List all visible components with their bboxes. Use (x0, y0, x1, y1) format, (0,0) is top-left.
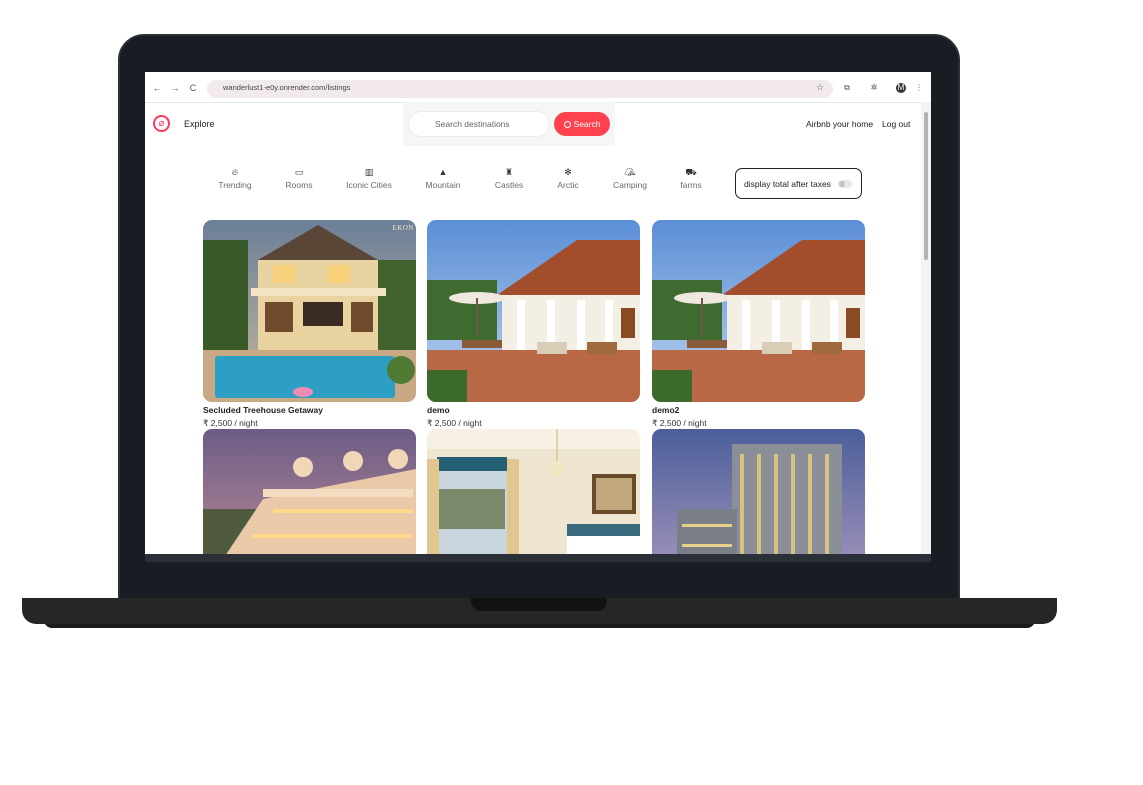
search-button-label: Search (573, 119, 601, 129)
filter-label: Rooms (285, 180, 313, 190)
back-arrow-icon[interactable]: ← (151, 82, 163, 94)
listing-image-hotel-tower[interactable] (652, 429, 865, 562)
filter-castles[interactable]: ♜ Castles (479, 166, 539, 190)
filter-camping[interactable]: ⛺︎ Camping (600, 166, 660, 190)
photo-watermark: EKON (392, 224, 414, 232)
search-button[interactable]: Search (554, 112, 610, 136)
filter-label: farms (680, 180, 702, 190)
screen-bottom-edge (145, 554, 931, 562)
url-text[interactable]: wanderlust1-e0y.onrender.com/listings (223, 83, 350, 92)
tent-icon: ⛺︎ (624, 167, 636, 177)
listing-price: ₹ 2,500 / night (427, 418, 482, 428)
scrollbar-thumb[interactable] (924, 112, 928, 260)
filter-label: Mountain (425, 180, 461, 190)
browser-toolbar: ← → C wanderlust1-e0y.onrender.com/listi… (145, 76, 931, 103)
listing-price: ₹ 2,500 / night (652, 418, 707, 428)
compass-logo-icon[interactable]: ⌀ (153, 115, 170, 132)
listing-image-colonial-villa[interactable] (652, 220, 865, 402)
filter-arctic[interactable]: ✻ Arctic (538, 166, 598, 190)
tax-toggle-label: display total after taxes (744, 179, 831, 189)
castle-icon: ♜ (504, 167, 514, 177)
bed-icon: ▭ (294, 167, 304, 177)
forward-arrow-icon[interactable]: → (169, 82, 181, 94)
mountain-icon: ▲ (438, 167, 448, 177)
menu-kebab-icon[interactable]: ⋮ (914, 83, 924, 93)
listing-image-villa-pool[interactable]: EKON (203, 220, 416, 402)
listing-image-colonial-villa[interactable] (427, 220, 640, 402)
filter-iconic-cities[interactable]: ▥ Iconic Cities (339, 166, 399, 190)
filter-label: Camping (612, 180, 648, 190)
listing-price: ₹ 2,500 / night (203, 418, 258, 428)
filter-trending[interactable]: 🔥︎ Trending (205, 166, 265, 190)
listing-card[interactable]: demo ₹ 2,500 / night (427, 220, 640, 429)
snowflake-icon: ✻ (564, 167, 572, 177)
laptop-notch (471, 598, 607, 611)
listing-card[interactable] (652, 429, 865, 562)
listing-card[interactable] (427, 429, 640, 562)
filter-label: Castles (494, 180, 524, 190)
filter-label: Trending (218, 180, 252, 190)
filter-rooms[interactable]: ▭ Rooms (269, 166, 329, 190)
search-icon (563, 121, 571, 128)
search-input[interactable] (409, 112, 549, 136)
filter-label: Arctic (557, 180, 579, 190)
listing-title[interactable]: demo (427, 404, 640, 416)
filter-farms[interactable]: ⛟ farms (661, 166, 721, 190)
puzzle-icon[interactable]: ✲ (869, 83, 879, 93)
explore-link[interactable]: Explore (184, 119, 215, 129)
filter-label: Iconic Cities (346, 180, 392, 190)
tax-switch[interactable] (838, 180, 852, 188)
filter-mountain[interactable]: ▲ Mountain (413, 166, 473, 190)
profile-avatar-icon[interactable]: M (896, 83, 906, 93)
listing-image-palace-dusk[interactable] (203, 429, 416, 562)
bookmark-star-icon[interactable]: ☆ (816, 82, 824, 93)
page-scrollbar[interactable] (921, 102, 931, 554)
tractor-icon: ⛟ (685, 167, 697, 177)
reload-icon[interactable]: C (187, 82, 199, 94)
browser-screen: ← → C wanderlust1-e0y.onrender.com/listi… (145, 72, 931, 562)
airbnb-your-home-link[interactable]: Airbnb your home (806, 119, 873, 129)
city-icon: ▥ (364, 167, 374, 177)
listing-card[interactable] (203, 429, 416, 562)
logout-link[interactable]: Log out (882, 119, 910, 129)
listing-title[interactable]: Secluded Treehouse Getaway (203, 404, 416, 416)
listing-card[interactable]: EKON Secluded Treehouse Getaway ₹ 2,500 … (203, 220, 416, 429)
switch-knob (839, 181, 845, 187)
fire-icon: 🔥︎ (231, 167, 239, 177)
listing-title[interactable]: demo2 (652, 404, 865, 416)
listing-card[interactable]: demo2 ₹ 2,500 / night (652, 220, 865, 429)
extensions-icon[interactable]: ⧉ (842, 83, 852, 93)
tax-toggle[interactable]: display total after taxes (735, 168, 862, 199)
listing-image-hotel-room[interactable] (427, 429, 640, 562)
